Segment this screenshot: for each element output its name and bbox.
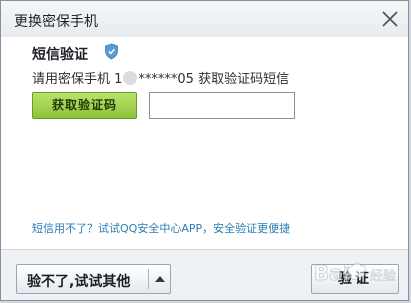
blurred-digit — [123, 71, 138, 85]
dialog-title: 更换密保手机 — [14, 14, 98, 30]
svg-text:Bai: Bai — [314, 261, 350, 285]
phone-prefix: 请用密保手机 1 — [32, 72, 123, 87]
try-other-method-button[interactable]: 验不了,试试其他 — [16, 264, 171, 294]
dialog-content: 短信验证 请用密保手机 1 ******05 获取验证码短信 获取验证码 短信用不… — [1, 37, 408, 249]
close-button[interactable] — [380, 9, 400, 29]
svg-text:经验: 经验 — [370, 268, 396, 284]
shield-icon — [105, 43, 118, 60]
sms-verify-heading: 短信验证 — [32, 47, 88, 63]
get-code-button[interactable]: 获取验证码 — [32, 92, 137, 119]
dialog-titlebar: 更换密保手机 — [1, 1, 408, 38]
baidu-watermark-logo: Bai 经验 — [314, 261, 397, 286]
button-divider — [148, 269, 149, 289]
phone-instruction: 请用密保手机 1 ******05 获取验证码短信 — [32, 68, 289, 87]
verification-code-input[interactable] — [149, 92, 295, 119]
app-help-link[interactable]: 短信用不了？试试QQ安全中心APP，安全验证更便捷 — [32, 220, 290, 236]
caret-up-icon[interactable] — [154, 274, 166, 284]
close-icon — [382, 11, 398, 27]
phone-masked: ******05 — [138, 72, 194, 87]
try-other-label: 验不了,试试其他 — [27, 274, 131, 290]
phone-suffix: 获取验证码短信 — [193, 72, 290, 87]
